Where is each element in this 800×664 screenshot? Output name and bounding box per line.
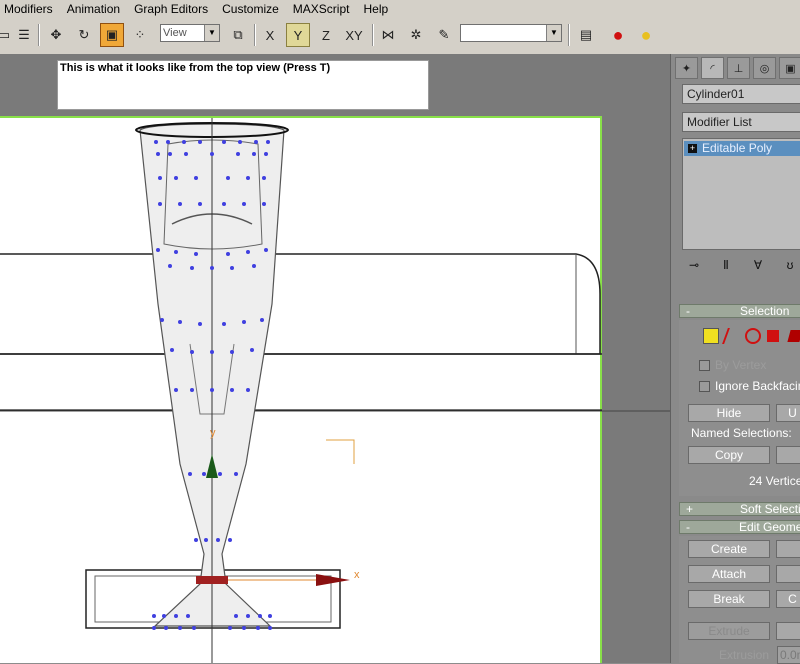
paste-button[interactable] <box>776 446 800 464</box>
modifier-list-dropdown[interactable]: Modifier List <box>682 112 800 132</box>
copy-button[interactable]: Copy <box>688 446 770 464</box>
extrusion-spinner[interactable]: 0.0m <box>777 646 800 664</box>
wing-outline <box>0 253 601 355</box>
quick-render-icon[interactable]: ● <box>634 23 658 47</box>
polygon-mode-icon[interactable] <box>767 330 779 342</box>
selection-bracket <box>326 439 355 464</box>
collapse-button[interactable] <box>776 540 800 558</box>
restrict-xy-button[interactable]: XY <box>342 23 366 47</box>
pivot-center-icon[interactable]: ⁘ <box>128 23 152 47</box>
soft-selection-rollout-header[interactable]: + Soft Selection <box>679 502 800 516</box>
model-drawing: x y <box>0 118 670 663</box>
selection-rollout: By Vertex Ignore Backfacing Hide U Named… <box>679 320 800 496</box>
align-icon[interactable]: ✲ <box>404 23 428 47</box>
menu-customize[interactable]: Customize <box>218 2 283 16</box>
display-tab-icon[interactable]: ▣ <box>779 57 800 79</box>
axis-y-label: y <box>210 427 216 439</box>
reference-coordinate-dropdown[interactable]: View ▼ <box>160 24 220 42</box>
expand-icon[interactable]: + <box>688 144 697 153</box>
restrict-z-button[interactable]: Z <box>314 23 338 47</box>
selection-rollout-header[interactable]: - Selection <box>679 304 800 318</box>
remove-modifier-icon[interactable]: ʊ <box>778 258 800 276</box>
ignore-backfacing-checkbox[interactable]: Ignore Backfacing <box>699 379 800 393</box>
ignore-backfacing-label: Ignore Backfacing <box>715 379 800 393</box>
edge-mode-icon[interactable] <box>722 328 744 344</box>
named-selections-label: Named Selections: <box>691 426 792 440</box>
menu-maxscript[interactable]: MAXScript <box>289 2 354 16</box>
edit-geometry-title: Edit Geome <box>739 520 800 534</box>
rotate-tool-icon[interactable]: ↻ <box>72 23 96 47</box>
border-mode-icon[interactable] <box>745 328 761 344</box>
attach-button[interactable]: Attach <box>688 565 770 583</box>
make-unique-icon[interactable]: ∀ <box>746 258 770 276</box>
menu-bar: Modifiers Animation Graph Editors Custom… <box>0 0 800 18</box>
pin-stack-icon[interactable]: ⊸ <box>682 258 706 276</box>
selection-status: 24 Vertice <box>749 474 800 488</box>
unhide-button[interactable]: U <box>776 404 800 422</box>
select-object-icon[interactable]: ▭ <box>0 23 10 47</box>
vertex-mode-icon[interactable] <box>703 328 719 344</box>
menu-graph-editors[interactable]: Graph Editors <box>130 2 212 16</box>
object-name-field[interactable]: Cylinder01 <box>682 84 800 104</box>
soft-selection-title: Soft Selection <box>740 502 800 516</box>
restrict-x-button[interactable]: X <box>258 23 282 47</box>
menu-help[interactable]: Help <box>359 2 392 16</box>
by-vertex-checkbox[interactable]: By Vertex <box>699 358 766 372</box>
menu-modifiers[interactable]: Modifiers <box>0 2 57 16</box>
create-tab-icon[interactable]: ✦ <box>675 57 698 79</box>
command-panel-tabs: ✦ ◜ ⊥ ◎ ▣ <box>675 57 800 79</box>
c-button[interactable]: C <box>776 590 800 608</box>
gizmo-x-arrow <box>316 574 350 586</box>
render-icon[interactable]: ● <box>606 23 630 47</box>
stack-buttons: ⊸ Ⅱ ∀ ʊ <box>682 258 800 278</box>
restrict-y-button[interactable]: Y <box>286 23 310 47</box>
stack-item-editable-poly[interactable]: + Editable Poly <box>684 141 800 156</box>
axis-x-label: x <box>354 569 360 581</box>
element-mode-icon[interactable] <box>787 330 800 342</box>
use-pivot-icon[interactable]: ⧉ <box>226 23 250 47</box>
motion-tab-icon[interactable]: ◎ <box>753 57 776 79</box>
attach-list-button[interactable] <box>776 565 800 583</box>
modifier-stack: + Editable Poly <box>682 138 800 250</box>
break-button[interactable]: Break <box>688 590 770 608</box>
command-panel: ✦ ◜ ⊥ ◎ ▣ Cylinder01 Modifier List + Edi… <box>670 54 800 664</box>
material-eraser-icon[interactable]: ✎ <box>432 23 456 47</box>
stack-item-label: Editable Poly <box>702 141 773 155</box>
reference-coordinate-value: View <box>163 27 187 39</box>
create-button[interactable]: Create <box>688 540 770 558</box>
mirror-icon[interactable]: ⋈ <box>376 23 400 47</box>
layer-manager-icon[interactable]: ▤ <box>574 23 598 47</box>
extrude-button[interactable]: Extrude <box>688 622 770 640</box>
modify-tab-icon[interactable]: ◜ <box>701 57 724 79</box>
main-toolbar: ▭ ☰ ✥ ↻ ▣ ⁘ View ▼ ⧉ X Y Z XY ⋈ ✲ ✎ ▼ ▤ … <box>0 18 800 55</box>
top-viewport[interactable]: This is what it looks like from the top … <box>0 54 670 663</box>
show-end-result-icon[interactable]: Ⅱ <box>714 258 738 276</box>
extrusion-label: Extrusion <box>719 648 770 662</box>
selection-title: Selection <box>740 304 790 318</box>
edit-geometry-rollout: Create Attach Break C Extrude Extrusion … <box>679 536 800 664</box>
hide-button[interactable]: Hide <box>688 404 770 422</box>
menu-animation[interactable]: Animation <box>63 2 124 16</box>
hierarchy-tab-icon[interactable]: ⊥ <box>727 57 750 79</box>
chevron-down-icon: ▼ <box>204 25 219 41</box>
move-tool-icon[interactable]: ✥ <box>44 23 68 47</box>
edit-geometry-rollout-header[interactable]: - Edit Geome <box>679 520 800 534</box>
scale-tool-icon[interactable]: ▣ <box>100 23 124 47</box>
named-selection-dropdown[interactable]: ▼ <box>460 24 562 42</box>
by-vertex-label: By Vertex <box>715 358 767 372</box>
select-by-name-icon[interactable]: ☰ <box>12 23 36 47</box>
extrude-settings-button[interactable] <box>776 622 800 640</box>
chevron-down-icon: ▼ <box>546 25 561 41</box>
gizmo-center <box>196 576 228 584</box>
